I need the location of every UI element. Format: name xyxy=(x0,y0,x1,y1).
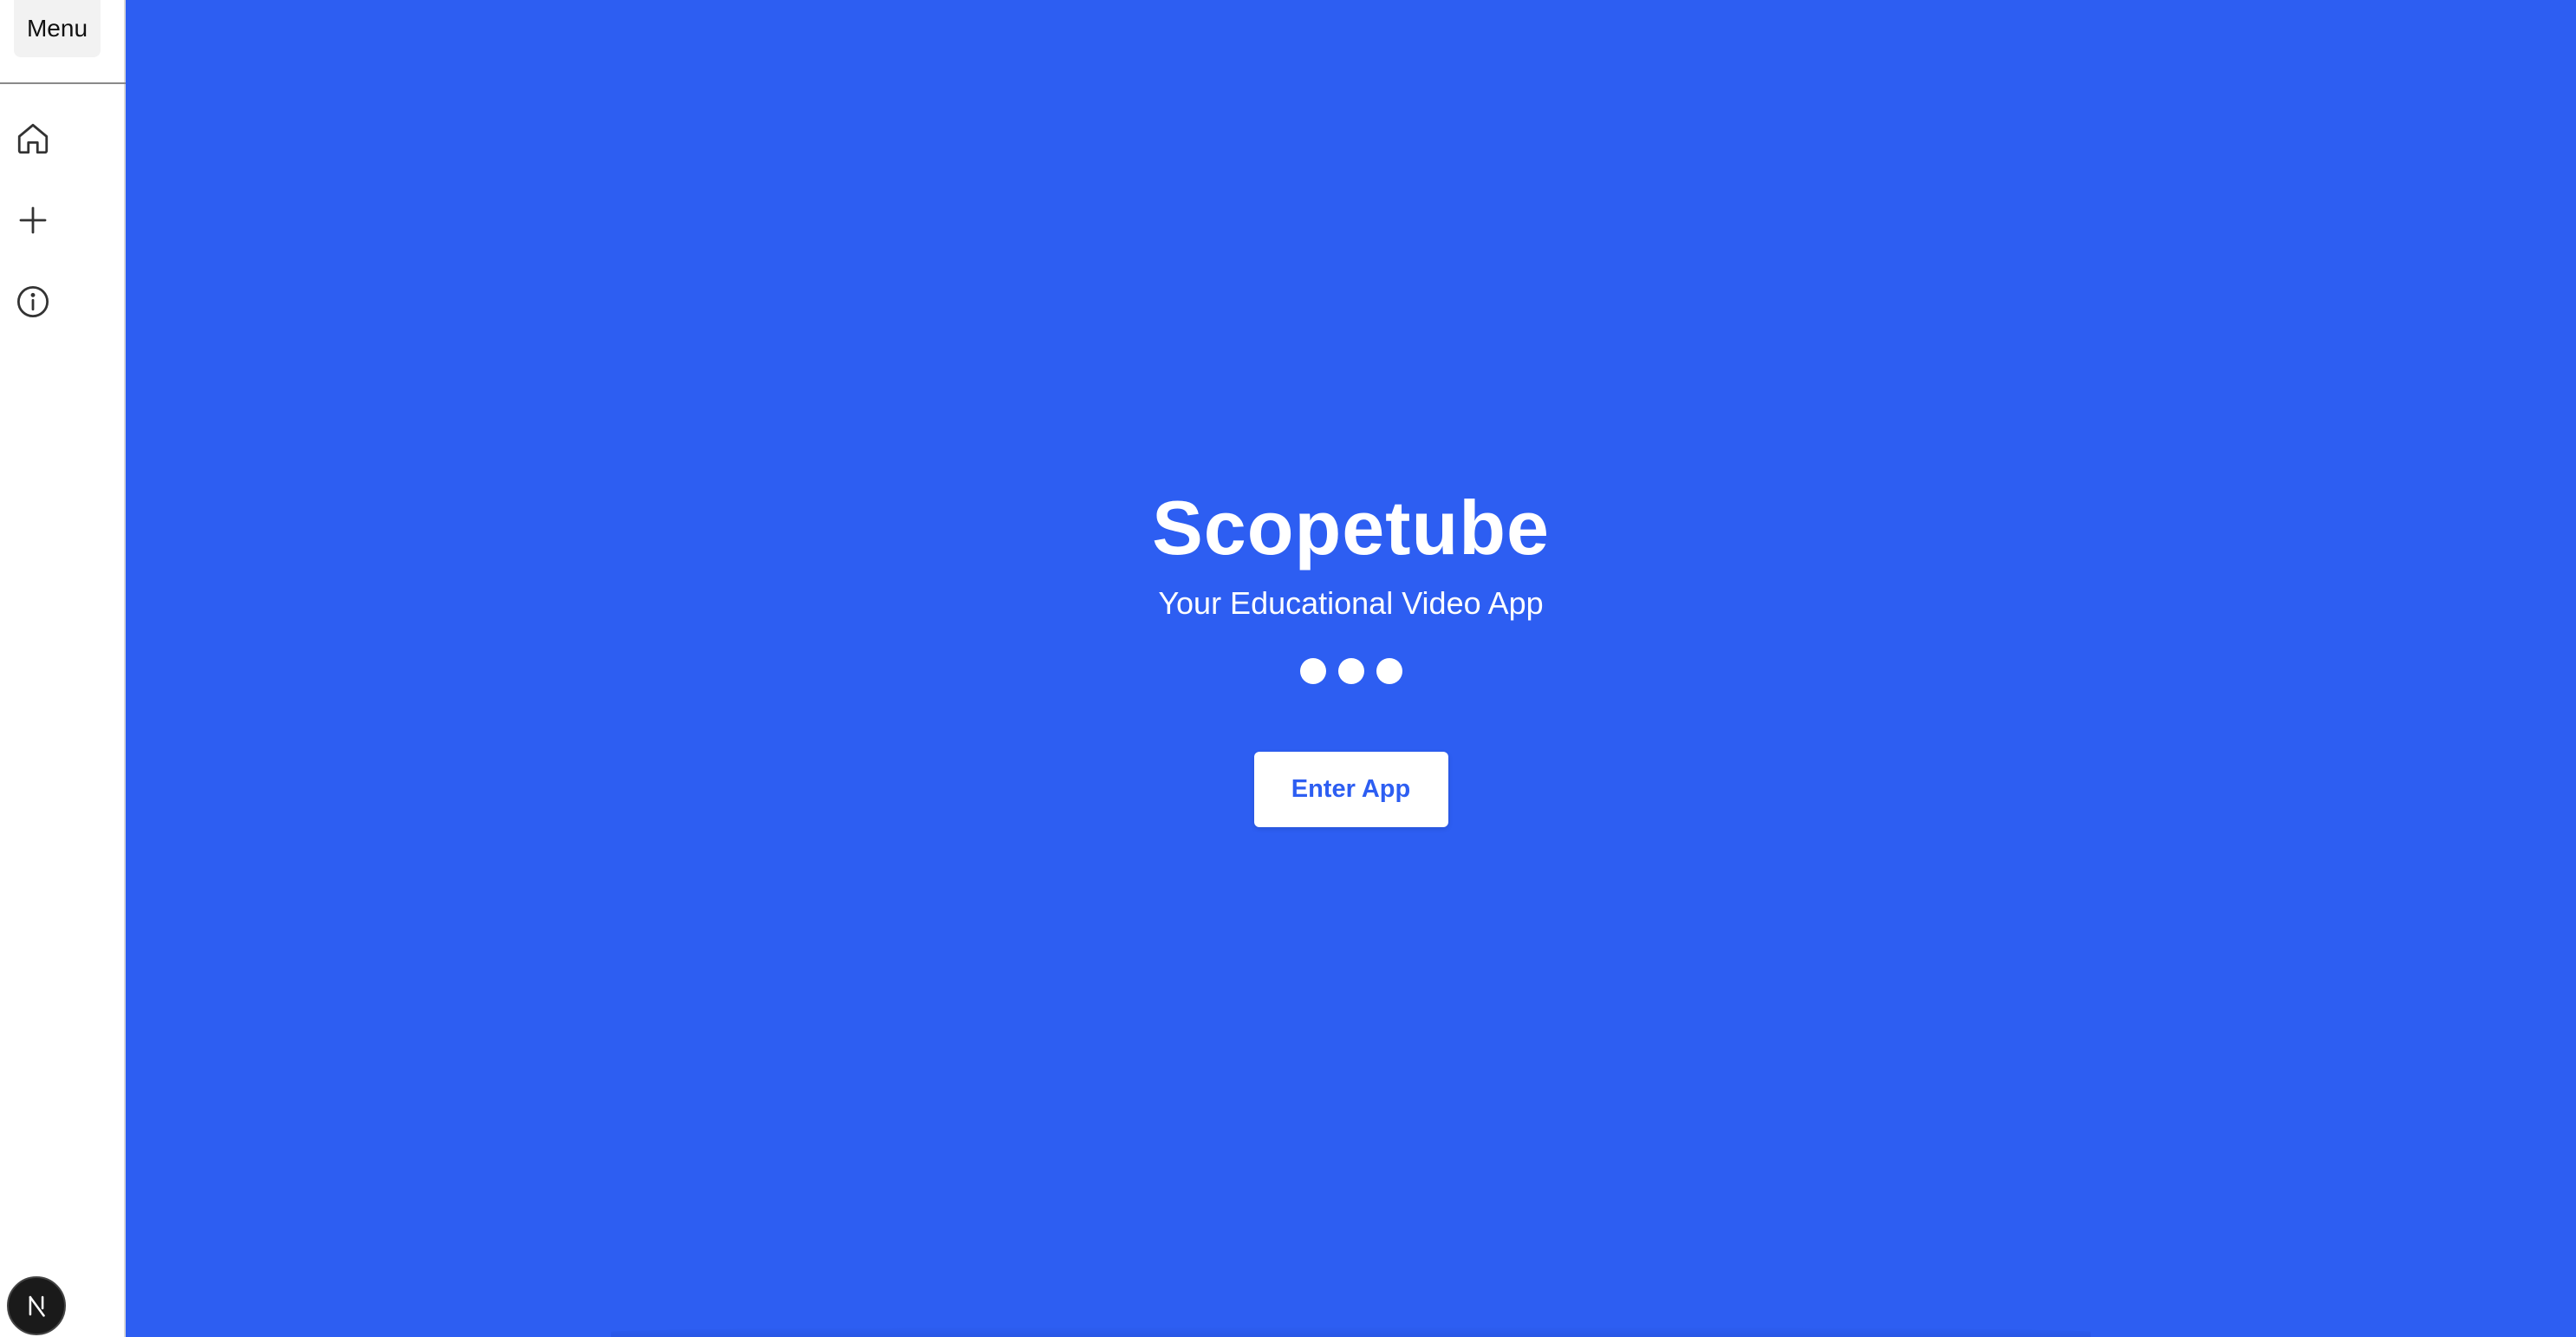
info-icon[interactable] xyxy=(14,283,52,321)
app-root: Menu Scopetube Your Educational Video Ap… xyxy=(0,0,2576,1337)
plus-icon[interactable] xyxy=(14,201,52,239)
sidebar: Menu xyxy=(0,0,126,1337)
loading-dot xyxy=(1337,658,1364,684)
menu-button[interactable]: Menu xyxy=(14,0,101,57)
landing-main: Scopetube Your Educational Video App Ent… xyxy=(126,0,2576,1337)
home-icon[interactable] xyxy=(14,120,52,158)
hero-section: Scopetube Your Educational Video App Ent… xyxy=(126,481,2576,827)
bottom-shade xyxy=(611,1327,2091,1337)
menu-divider xyxy=(0,82,126,84)
loading-dot xyxy=(1376,658,1402,684)
app-subtitle: Your Educational Video App xyxy=(1158,585,1544,621)
app-title: Scopetube xyxy=(1152,485,1550,571)
n-logo-icon[interactable] xyxy=(7,1276,66,1335)
enter-app-button[interactable]: Enter App xyxy=(1253,752,1448,827)
loading-dots xyxy=(1299,658,1402,684)
loading-dot xyxy=(1299,658,1326,684)
